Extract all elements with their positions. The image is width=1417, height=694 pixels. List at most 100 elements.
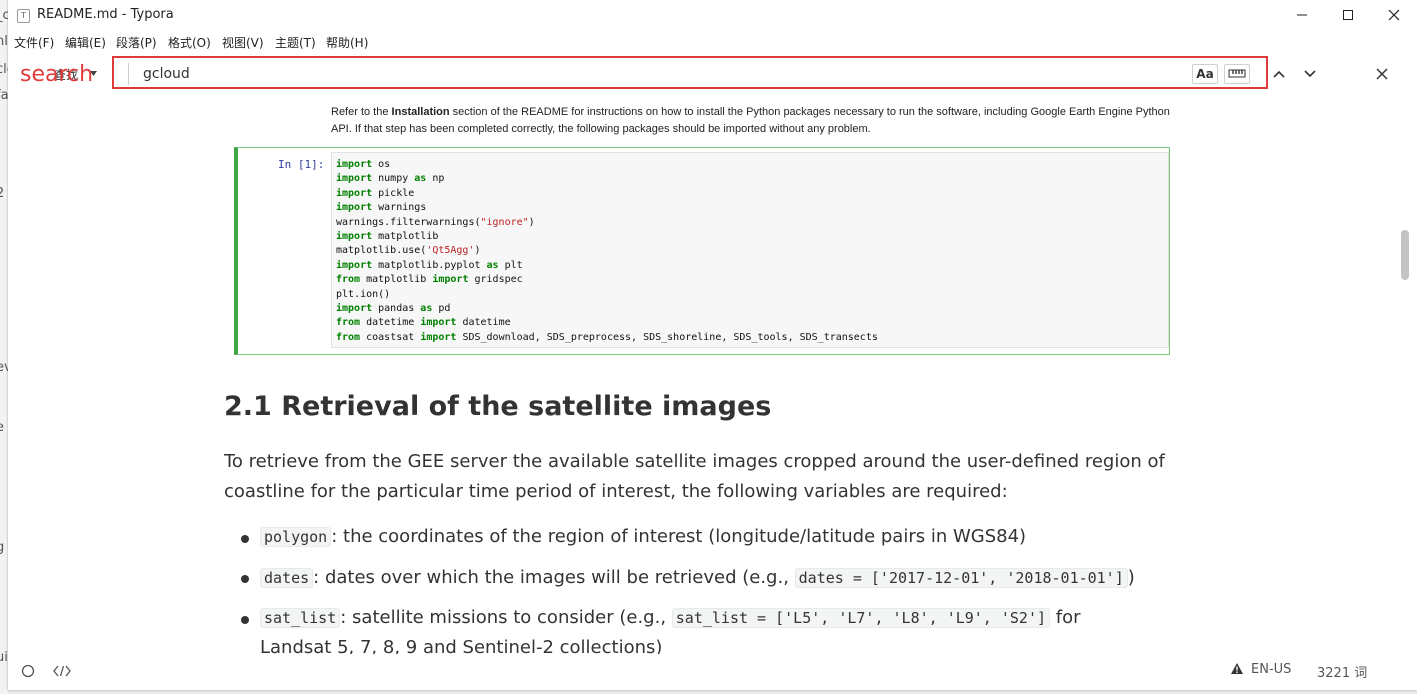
vertical-scrollbar[interactable] [1399,94,1411,654]
menu-format[interactable]: 格式(O) [168,34,211,51]
list-item-text: : dates over which the images will be re… [313,567,795,588]
code-keyword: import [336,303,373,314]
spellcheck-language[interactable]: EN-US [1251,662,1291,677]
source-code-mode-icon[interactable] [53,664,71,678]
code-keyword: from [336,317,361,329]
code-text: datetime [456,317,511,329]
code-line: plt.ion() [336,288,390,302]
code-line: import pickle [336,187,414,201]
menu-help[interactable]: 帮助(H) [326,34,368,51]
inline-code: dates = ['2017-12-01', '2018-01-01'] [794,568,1128,588]
next-match-button[interactable] [1302,66,1318,82]
bg-fragment: ev [0,360,8,375]
search-input[interactable] [128,63,1195,85]
warning-icon[interactable] [1230,662,1244,675]
word-count[interactable]: 3221 词 [1317,662,1367,681]
code-keyword: import [336,231,373,242]
body-paragraph: To retrieve from the GEE server the avai… [224,451,1165,502]
code-line: import pandas as pd [336,302,450,316]
maximize-button[interactable] [1325,0,1371,30]
bg-fragment: clo [0,62,8,77]
code-block[interactable]: import os import numpy as np import pickle… [331,152,1169,348]
list-item-text: : the coordinates of the region of inter… [331,526,1027,547]
menu-file[interactable]: 文件(F) [14,34,54,51]
list-item-text: for [1050,607,1081,628]
code-keyword: as [414,173,427,185]
code-line: warnings.filterwarnings("ignore") [336,216,535,230]
bg-fragment: fa [0,88,8,103]
search-annotation-label: search [20,62,94,87]
whole-word-button[interactable] [1224,64,1250,84]
bg-fragment: g [0,540,5,555]
title-bar[interactable]: T README.md - Typora [8,0,1417,30]
code-line: from matplotlib import gridspec [336,273,523,287]
code-keyword: import [336,187,373,199]
note-text: section of the README for instructions o… [331,106,1170,135]
code-keyword: from [336,274,361,286]
list-item: sat_list: satellite missions to consider… [260,603,1081,633]
chevron-down-icon [1304,70,1316,78]
close-window-button[interactable] [1371,0,1417,30]
list-item: dates: dates over which the images will … [260,563,1135,593]
code-keyword: import [336,202,373,214]
menu-view[interactable]: 视图(V) [222,34,264,51]
bg-fragment: ( [0,248,1,263]
code-text: coastsat [360,331,421,343]
minimize-button[interactable] [1279,0,1325,30]
code-text: os [372,159,391,170]
cell-prompt: In [1]: [278,158,325,171]
inline-code: polygon [260,527,332,547]
code-string: 'Qt5Agg' [426,245,475,257]
find-bar: 查找 search Aa [8,54,1417,94]
bg-fragment: e [0,420,4,435]
inline-code: sat_list = ['L5', 'L7', 'L8', 'L9', 'S2'… [671,608,1051,628]
code-keyword: import [336,259,373,271]
outline-toggle-icon[interactable] [21,664,35,678]
search-field-container: Aa [112,56,1268,89]
scrollbar-thumb[interactable] [1401,230,1409,280]
previous-match-button[interactable] [1271,66,1287,82]
notebook-code-cell: In [1]: import os import numpy as np impor… [234,147,1170,355]
code-line: import matplotlib [336,230,438,244]
close-icon [1376,68,1388,80]
menu-edit[interactable]: 编辑(E) [65,34,106,51]
code-text: warnings.filterwarnings( [336,216,481,228]
match-case-button[interactable]: Aa [1192,64,1218,84]
code-line: from coastsat import SDS_download, SDS_p… [336,331,878,345]
maximize-icon [1343,10,1353,20]
code-text: SDS_download, SDS_preprocess, SDS_shorel… [456,331,878,343]
bg-fragment: 2 [0,186,5,201]
code-keyword: as [486,259,499,271]
code-keyword: import [420,317,457,329]
typora-app-icon: T [17,9,30,23]
close-icon [1388,9,1400,21]
close-find-button[interactable] [1374,66,1390,82]
bullet-dot [241,616,249,624]
typora-window: T README.md - Typora 文件(F) 编辑(E) 段落(P) 格… [8,0,1417,690]
bg-fragment: _c [0,8,8,23]
code-text: ) [474,245,481,257]
code-string: "ignore" [480,216,529,228]
chevron-up-icon [1273,70,1285,78]
code-text: gridspec [468,274,523,286]
code-text: pd [432,303,451,314]
editor-content[interactable]: Refer to the Installation section of the… [8,94,1403,654]
list-item-continuation: Landsat 5, 7, 8, 9 and Sentinel-2 collec… [260,637,663,654]
menu-paragraph[interactable]: 段落(P) [116,34,157,51]
code-text: numpy [372,173,415,185]
whole-word-icon [1228,69,1246,78]
background-window-edge: _c nl clo fa 2 ( ev e g ui [0,0,8,694]
code-text: pickle [372,187,415,199]
code-line: import os [336,158,390,172]
code-keyword: as [420,303,433,314]
code-text: datetime [360,317,421,329]
code-line: import warnings [336,201,426,215]
list-item-text: : satellite missions to consider (e.g., [340,607,672,628]
installation-note: Refer to the Installation section of the… [331,104,1191,138]
bullet-dot [241,575,249,583]
code-text: matplotlib [360,274,433,286]
list-item: polygon: the coordinates of the region o… [260,522,1026,552]
inline-code: dates [260,568,314,588]
minimize-icon [1297,14,1307,16]
menu-theme[interactable]: 主题(T) [275,34,316,51]
